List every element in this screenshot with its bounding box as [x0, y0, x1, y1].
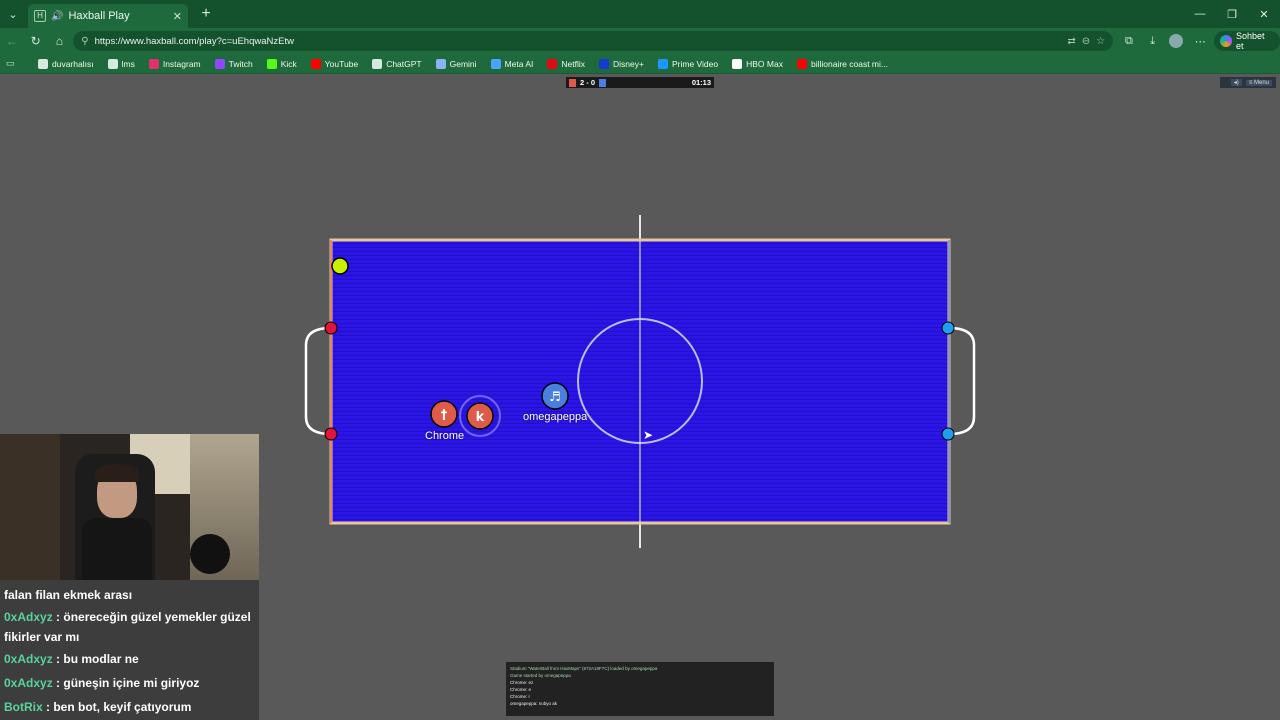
game-chat-line: Game started by omegapeppa: [510, 673, 571, 678]
webcam-overlay: [0, 434, 259, 580]
chat-username: 0xAdxyz: [4, 676, 53, 690]
game-chat-line: Chrome: e: [510, 687, 532, 692]
game-chat-line: omegapeppa: nobyo ak: [510, 701, 558, 706]
ball: [331, 257, 349, 275]
chat-username: 0xAdxyz: [4, 610, 53, 624]
player-k-avatar: k: [476, 410, 485, 425]
chat-text: : ben bot, keyif çatıyorum: [46, 700, 192, 714]
right-top-post: [941, 321, 955, 335]
webcam-streamer-hair: [95, 464, 139, 482]
chat-username: BotRix: [4, 700, 43, 714]
right-goal-net: [948, 326, 976, 436]
left-bottom-post: [324, 427, 338, 441]
mouse-cursor-icon: ➤: [643, 428, 654, 442]
chat-message: falan filan ekmek arası: [4, 583, 255, 607]
chat-text: : güneşin içine mi giriyoz: [56, 676, 200, 690]
player-omegapeppa-name: omegapeppa: [523, 411, 588, 423]
chat-message: 0xAdxyz : bu modlar ne: [4, 647, 255, 671]
player-omegapeppa-avatar: ♬: [549, 390, 561, 405]
game-chat-log: Stadium "WaterBall from HaxMaps" (872A18…: [510, 665, 770, 707]
chat-message: BotRix : ben bot, keyif çatıyorum: [4, 695, 255, 719]
chat-message: 0xAdxyz : güneşin içine mi giriyoz: [4, 671, 255, 695]
game-chat-box: Stadium "WaterBall from HaxMaps" (872A18…: [506, 662, 774, 716]
chat-text: falan filan ekmek arası: [4, 588, 133, 602]
chat-username: 0xAdxyz: [4, 652, 53, 666]
game-chat-line: Stadium "WaterBall from HaxMaps" (872A18…: [510, 666, 658, 671]
player-chrome-avatar: †: [441, 408, 448, 423]
game-chat-line: Chrome: ez: [510, 680, 534, 685]
left-goal-net: [304, 326, 332, 436]
right-bottom-post: [941, 427, 955, 441]
player-chrome-name: Chrome: [425, 430, 465, 442]
stream-chat-overlay: falan filan ekmek arası 0xAdxyz : önerec…: [0, 580, 259, 720]
webcam-bookshelf: [0, 434, 60, 580]
game-chat-input[interactable]: [510, 708, 770, 714]
webcam-streamer-body: [82, 518, 152, 580]
chat-message: 0xAdxyz : önereceğin güzel yemekler güze…: [4, 607, 255, 647]
chat-text: : bu modlar ne: [56, 652, 139, 666]
game-chat-line: Chrome: r: [510, 694, 531, 699]
left-top-post: [324, 321, 338, 335]
webcam-microphone: [190, 534, 230, 574]
